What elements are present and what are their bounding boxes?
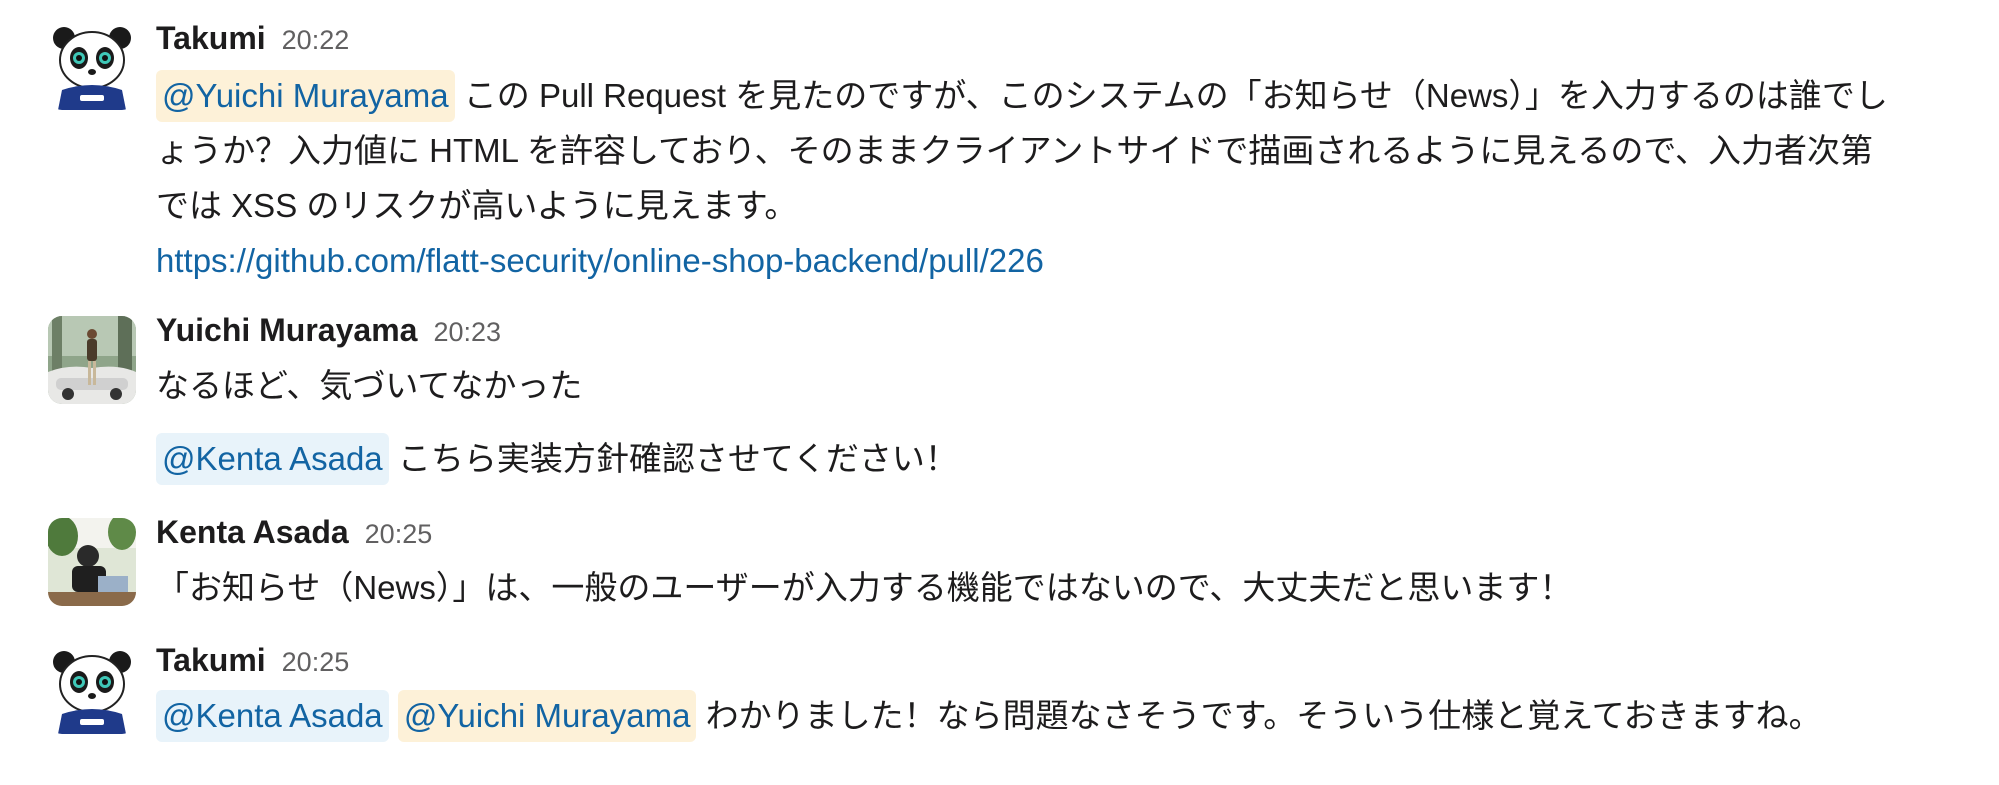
message-timestamp[interactable]: 20:25 — [365, 519, 433, 550]
photo-avatar-icon[interactable] — [48, 316, 136, 404]
message-line: なるほど、気づいてなかった — [156, 358, 1956, 413]
message-timestamp[interactable]: 20:22 — [282, 25, 350, 56]
user-mention[interactable]: @Yuichi Murayama — [397, 690, 697, 742]
author-name[interactable]: Takumi — [156, 642, 266, 679]
panda-avatar-icon[interactable] — [48, 646, 136, 734]
author-name[interactable]: Takumi — [156, 20, 266, 57]
message-text: 「お知らせ（News）」は、一般のユーザーが入力する機能ではないので、大丈夫だと… — [156, 569, 1573, 606]
message-timestamp[interactable]: 20:25 — [282, 647, 350, 678]
message-line: @Kenta Asada こちら実装方針確認させてください！ — [156, 431, 1956, 486]
message-body: @Kenta Asada こちら実装方針確認させてください！ — [156, 431, 1956, 486]
message-line: https://github.com/flatt-security/online… — [156, 233, 1956, 288]
user-mention[interactable]: @Kenta Asada — [156, 690, 389, 742]
message-body: 「お知らせ（News）」は、一般のユーザーが入力する機能ではないので、大丈夫だと… — [156, 560, 1956, 615]
message-timestamp[interactable]: 20:23 — [433, 317, 501, 348]
message-line: では XSS のリスクが高いように見えます。 — [156, 178, 1956, 233]
message-line: @Kenta Asada @Yuichi Murayama わかりました！なら問… — [156, 688, 1956, 743]
message-line: 「お知らせ（News）」は、一般のユーザーが入力する機能ではないので、大丈夫だと… — [156, 560, 1956, 615]
panda-avatar-icon[interactable] — [48, 22, 136, 110]
message-line: @Yuichi Murayama この Pull Request を見たのですが… — [156, 68, 1956, 123]
photo-avatar-icon[interactable] — [48, 518, 136, 606]
author-name[interactable]: Yuichi Murayama — [156, 312, 417, 349]
message-text: なるほど、気づいてなかった — [156, 367, 583, 404]
message-text: こちら実装方針確認させてください！ — [397, 440, 958, 477]
message-body: なるほど、気づいてなかった — [156, 358, 1956, 413]
author-name[interactable]: Kenta Asada — [156, 514, 349, 551]
message-header: Takumi 20:25 — [156, 642, 349, 682]
message-body: @Yuichi Murayama この Pull Request を見たのですが… — [156, 68, 1956, 288]
message-text: わかりました！なら問題なさそうです。そういう仕様と覚えておきますね。 — [705, 697, 1822, 734]
pull-request-link[interactable]: https://github.com/flatt-security/online… — [156, 242, 1044, 279]
user-mention[interactable]: @Yuichi Murayama — [156, 70, 455, 122]
message-text: では XSS のリスクが高いように見えます。 — [156, 187, 798, 224]
message-line: ょうか？入力値に HTML を許容しており、そのままクライアントサイドで描画され… — [156, 123, 1956, 178]
user-mention[interactable]: @Kenta Asada — [156, 433, 389, 485]
message-text: ょうか？入力値に HTML を許容しており、そのままクライアントサイドで描画され… — [156, 132, 1874, 169]
message-body: @Kenta Asada @Yuichi Murayama わかりました！なら問… — [156, 688, 1956, 743]
message-header: Kenta Asada 20:25 — [156, 514, 432, 554]
message-header: Takumi 20:22 — [156, 20, 349, 60]
message-text: この Pull Request を見たのですが、このシステムの「お知らせ（New… — [463, 77, 1888, 114]
message-header: Yuichi Murayama 20:23 — [156, 312, 501, 352]
